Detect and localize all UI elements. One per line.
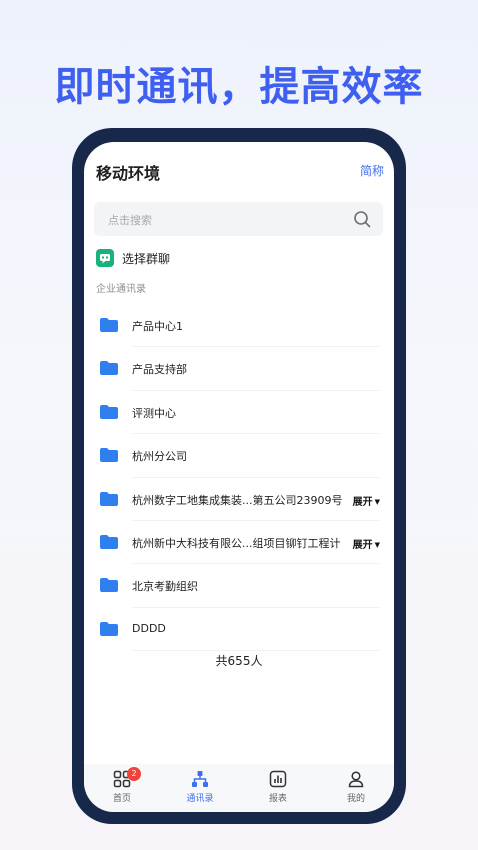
search-input[interactable]: 点击搜索 — [94, 202, 383, 236]
unread-badge: 2 — [127, 767, 141, 781]
tab-profile[interactable]: 我的 — [326, 770, 386, 804]
department-name: 杭州分公司 — [132, 450, 187, 464]
folder-icon — [100, 621, 118, 636]
tab-label: 我的 — [346, 794, 365, 804]
department-name: 评测中心 — [132, 406, 176, 420]
tab-reports[interactable]: 报表 — [248, 770, 308, 804]
member-total: 共655人 — [215, 654, 263, 668]
tab-label: 通讯录 — [186, 794, 214, 804]
list-item[interactable]: DDDD — [84, 608, 394, 652]
user-icon — [348, 771, 364, 788]
folder-icon — [100, 318, 118, 332]
app-screen: 移动环境 简称 点击搜索 选择群聊 企业通讯录 产品中心1 产品支持部 评测中心… — [84, 142, 394, 812]
department-name: 北京考勤组织 — [132, 580, 198, 594]
group-chat-icon — [96, 249, 114, 267]
folder-icon — [100, 491, 118, 506]
department-name: 产品支持部 — [132, 363, 187, 377]
select-group-label: 选择群聊 — [122, 252, 171, 266]
list-item[interactable]: 北京考勤组织 — [84, 564, 394, 609]
folder-icon — [100, 404, 118, 419]
folder-icon — [100, 578, 118, 593]
department-list: 产品中心1 产品支持部 评测中心 杭州分公司 杭州数字工地集成集装...第五公司… — [84, 304, 394, 652]
page-title: 移动环境 — [96, 164, 161, 183]
promo-headline: 即时通讯，提高效率 — [54, 64, 424, 110]
list-item[interactable]: 杭州分公司 — [84, 434, 394, 478]
section-label: 企业通讯录 — [96, 284, 146, 295]
tab-contacts[interactable]: 通讯录 — [170, 770, 230, 804]
search-placeholder: 点击搜索 — [108, 214, 152, 227]
tab-label: 首页 — [112, 794, 131, 804]
caret-down-icon: ▼ — [374, 540, 380, 549]
list-item[interactable]: 杭州新中大科技有限公...组项目铆钉工程计 展开 ▼ — [84, 521, 394, 565]
expand-button[interactable]: 展开 ▼ — [349, 492, 380, 508]
org-chart-icon — [192, 771, 208, 787]
expand-button[interactable]: 展开 ▼ — [349, 535, 380, 551]
folder-icon — [100, 448, 118, 463]
app-header: 移动环境 简称 — [84, 142, 394, 202]
tab-home[interactable]: 2 首页 — [92, 767, 152, 804]
list-item[interactable]: 评测中心 — [84, 391, 394, 435]
list-item[interactable]: 产品中心1 — [84, 304, 394, 348]
list-item[interactable]: 杭州数字工地集成集装...第五公司23909号 展开 ▼ — [84, 478, 394, 522]
department-name: 杭州数字工地集成集装...第五公司23909号 — [132, 493, 343, 507]
department-name: 产品中心1 — [132, 320, 183, 333]
department-name: 杭州新中大科技有限公...组项目铆钉工程计 — [132, 536, 341, 550]
caret-down-icon: ▼ — [374, 497, 380, 506]
department-name: DDDD — [132, 621, 166, 635]
folder-icon — [100, 361, 118, 376]
report-chart-icon — [269, 770, 287, 788]
search-icon[interactable] — [353, 210, 371, 228]
folder-icon — [100, 534, 118, 549]
expand-label: 展开 — [352, 539, 373, 551]
bottom-tab-bar: 2 首页 通讯录 报表 我的 — [84, 764, 394, 812]
list-item[interactable]: 产品支持部 — [84, 347, 394, 392]
short-name-toggle[interactable]: 简称 — [360, 162, 384, 179]
expand-label: 展开 — [352, 496, 373, 508]
tab-label: 报表 — [268, 794, 287, 804]
